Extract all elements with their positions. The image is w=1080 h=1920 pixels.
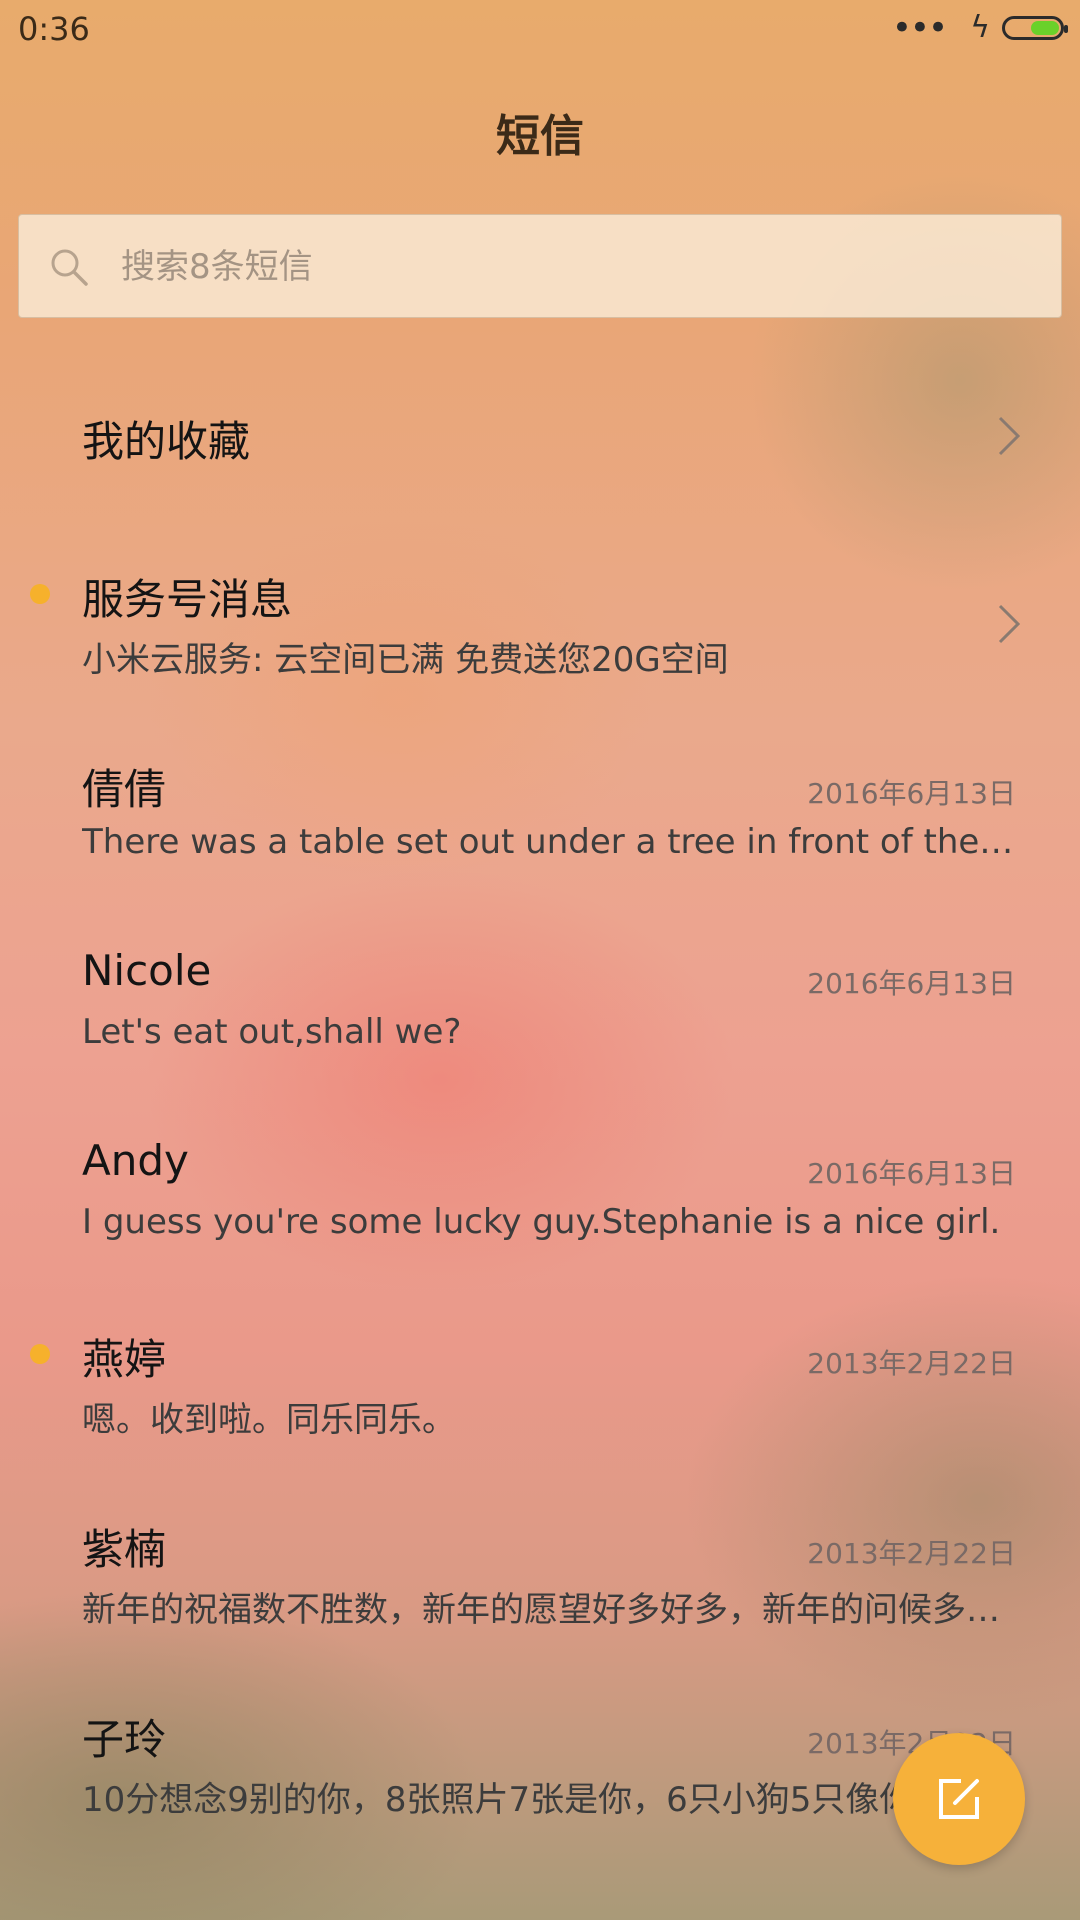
contact-name: 倩倩 — [82, 765, 167, 814]
page-title: 短信 — [496, 111, 584, 162]
status-time: 0:36 — [18, 10, 90, 48]
search-icon — [51, 249, 88, 286]
message-date: 2013年2月22日 — [807, 1537, 1016, 1570]
battery-tip — [1064, 25, 1068, 33]
unread-dot — [30, 1344, 50, 1364]
chevron-right-icon — [998, 604, 1021, 644]
charging-icon: ϟ — [970, 10, 990, 45]
message-date: 2013年2月22日 — [807, 1347, 1016, 1380]
battery-icon — [1002, 16, 1068, 40]
search-bar[interactable] — [18, 214, 1062, 318]
contact-name: 燕婷 — [82, 1335, 167, 1384]
conversation-row[interactable]: 倩倩 2016年6月13日 There was a table set out … — [0, 750, 1080, 900]
unread-dot — [30, 584, 50, 604]
contact-name: Nicole — [82, 946, 212, 995]
contact-name: Andy — [82, 1136, 189, 1185]
status-bar: 0:36 ••• ϟ — [0, 0, 1080, 64]
message-date: 2016年6月13日 — [807, 967, 1016, 1000]
message-preview: Let's eat out,shall we? — [82, 1012, 462, 1052]
favorites-row[interactable]: 我的收藏 — [0, 380, 1080, 490]
message-date: 2016年6月13日 — [807, 777, 1016, 810]
message-preview: There was a table set out under a tree i… — [82, 822, 1022, 862]
battery-level-fill — [1031, 21, 1059, 35]
search-input[interactable] — [119, 237, 1023, 297]
conversation-row[interactable]: 燕婷 2013年2月22日 嗯。收到啦。同乐同乐。 — [0, 1320, 1080, 1470]
chevron-right-icon — [998, 416, 1021, 456]
signal-dots-icon: ••• — [891, 8, 948, 48]
contact-name: 子玲 — [82, 1715, 167, 1764]
conversation-row[interactable]: Nicole 2016年6月13日 Let's eat out,shall we… — [0, 940, 1080, 1090]
compose-icon — [939, 1779, 979, 1819]
conversation-row[interactable]: Andy 2016年6月13日 I guess you're some luck… — [0, 1130, 1080, 1280]
message-preview: I guess you're some lucky guy.Stephanie … — [82, 1202, 1001, 1242]
conversation-row[interactable]: 紫楠 2013年2月22日 新年的祝福数不胜数，新年的愿望好多好多，新年的问候多… — [0, 1510, 1080, 1660]
contact-name: 紫楠 — [82, 1525, 167, 1574]
message-preview: 新年的祝福数不胜数，新年的愿望好多好多，新年的问候多多益善 — [82, 1590, 1022, 1630]
message-preview: 嗯。收到啦。同乐同乐。 — [82, 1400, 456, 1440]
favorites-label: 我的收藏 — [82, 417, 251, 466]
service-title: 服务号消息 — [82, 575, 293, 624]
message-preview: 10分想念9别的你，8张照片7张是你，6只小狗5只像你 — [82, 1780, 914, 1820]
message-date: 2016年6月13日 — [807, 1157, 1016, 1190]
service-preview: 小米云服务: 云空间已满 免费送您20G空间 — [82, 640, 729, 680]
service-messages-row[interactable]: 服务号消息 小米云服务: 云空间已满 免费送您20G空间 — [0, 560, 1080, 690]
compose-button[interactable] — [893, 1733, 1025, 1865]
